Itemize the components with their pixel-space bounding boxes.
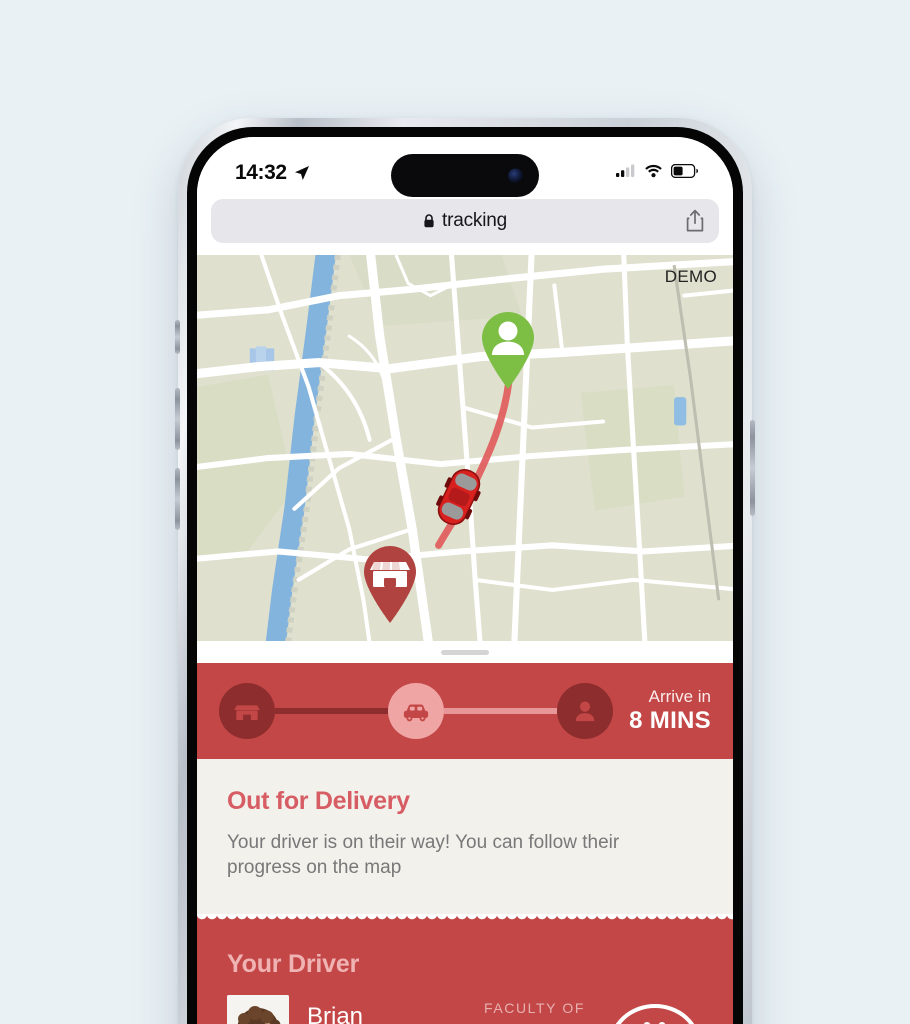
phone-device-frame: 14:32 tracking DEMO Arrive in 8 MINS Out… [175,118,755,1024]
drag-handle[interactable] [441,649,489,655]
wifi-icon [644,164,663,183]
url-text: tracking [442,210,507,231]
storefront-icon [234,705,260,720]
driver-name: Brian [307,1003,364,1024]
volume-down-button[interactable] [175,468,180,530]
delivery-status-block: Out for Delivery Your driver is on their… [197,759,733,915]
volume-up-button[interactable] [175,388,180,450]
store-pin[interactable] [357,541,423,624]
progress-step-customer[interactable] [557,683,614,739]
scallop-divider [197,914,733,925]
sheet-grabber-area[interactable] [197,641,733,663]
driver-block: Your Driver Brian FACULTY OF [197,924,733,1024]
power-button[interactable] [750,420,755,516]
car-icon [403,704,429,722]
phone-screen: 14:32 tracking DEMO Arrive in 8 MINS Out… [197,137,733,1024]
person-icon [575,701,595,722]
brand-text: FACULTY OF [483,1000,585,1017]
share-icon[interactable] [685,209,705,233]
customer-pin[interactable] [475,307,541,390]
status-bar-left: 14:32 [235,161,310,185]
progress-line-driver-to-customer [444,708,558,714]
battery-icon [670,163,699,183]
phone-bezel: 14:32 tracking DEMO Arrive in 8 MINS Out… [187,127,743,1024]
status-bar-right [616,163,699,183]
browser-toolbar: tracking [197,195,733,255]
status-description: Your driver is on their way! You can fol… [227,832,620,879]
progress-step-driver[interactable] [388,683,445,739]
brand-lockup: FACULTY OF [484,992,703,1024]
dynamic-island [391,154,539,197]
storefront-icon [370,562,410,587]
eta-value: 8 MINS [629,707,711,735]
driver-section-title: Your Driver [227,950,360,979]
action-button[interactable] [175,320,180,354]
bun-logo-icon [616,1004,694,1024]
status-bar-clock: 14:32 [235,161,287,184]
driver-photo [227,995,289,1024]
map-tiles [197,255,733,641]
front-camera-lens-icon [508,168,523,183]
eta-block: Arrive in 8 MINS [613,687,711,735]
driver-car-marker[interactable] [436,465,481,529]
progress-line-store-to-driver [275,708,389,714]
eta-label: Arrive in [648,686,711,706]
lock-icon [423,214,435,228]
demo-watermark: DEMO [664,267,717,286]
location-arrow-icon [294,165,310,181]
tracking-sheet: Arrive in 8 MINS Out for Delivery Your d… [197,641,733,1024]
address-bar-content: tracking [211,210,719,232]
status-title: Out for Delivery [227,787,410,815]
delivery-map[interactable]: DEMO [197,255,733,641]
cellular-signal-icon [616,164,636,182]
address-bar[interactable]: tracking [211,199,719,243]
progress-step-store[interactable] [219,683,275,739]
progress-steps [219,683,614,739]
status-bar: 14:32 [197,137,733,197]
car-icon [436,468,481,526]
delivery-progress-band: Arrive in 8 MINS [197,663,733,759]
